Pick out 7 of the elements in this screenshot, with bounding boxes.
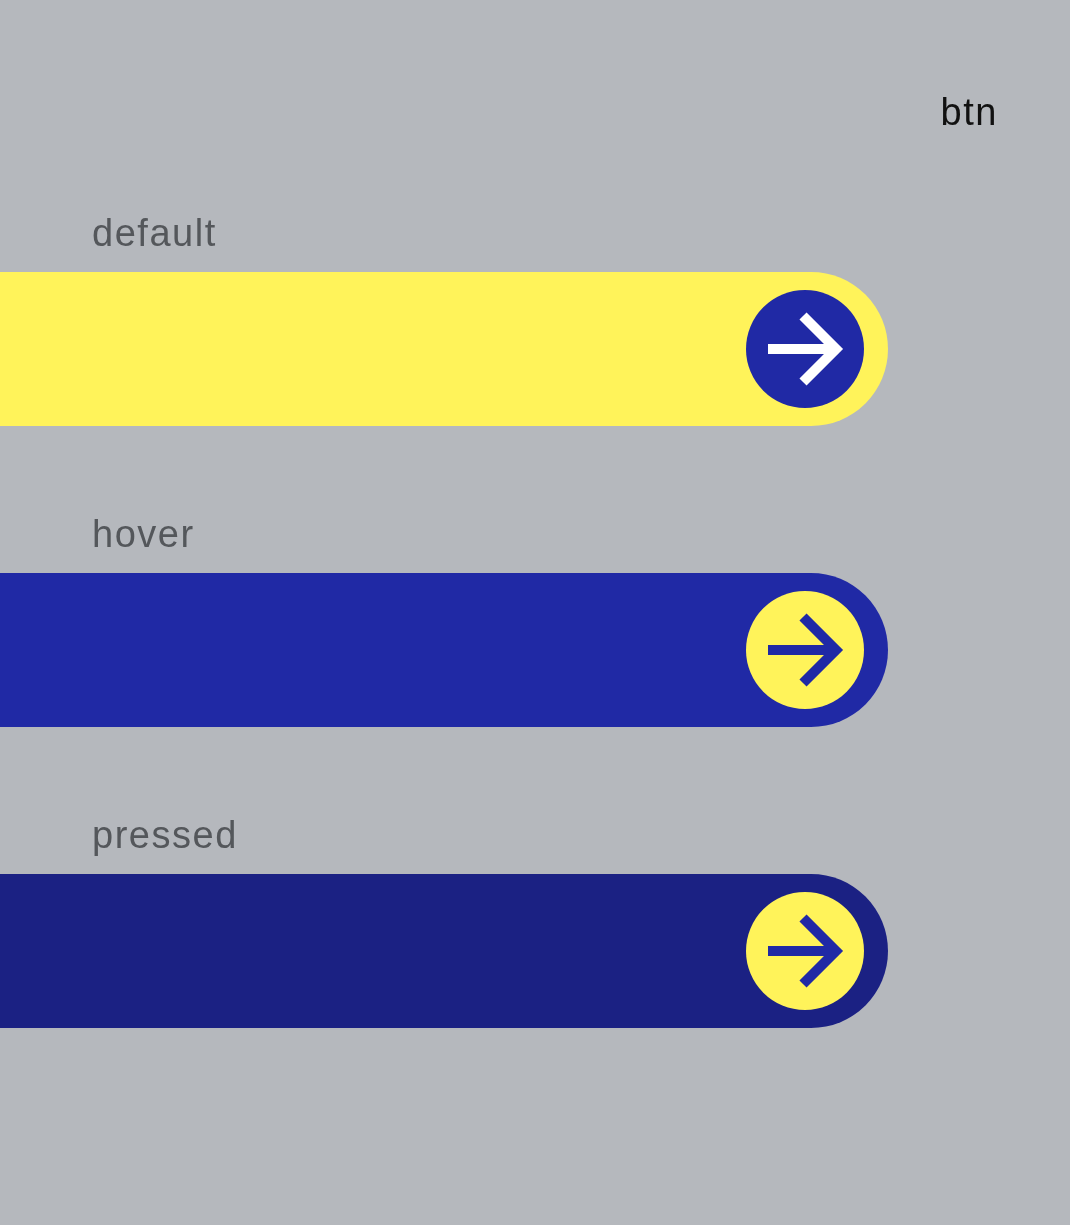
- arrow-button[interactable]: [0, 272, 888, 426]
- arrow-button[interactable]: [0, 573, 888, 727]
- arrow-button[interactable]: [0, 874, 888, 1028]
- state-label: hover: [92, 512, 196, 556]
- state-label: default: [92, 211, 218, 255]
- page-title: btn: [940, 90, 998, 134]
- state-label: pressed: [92, 813, 239, 857]
